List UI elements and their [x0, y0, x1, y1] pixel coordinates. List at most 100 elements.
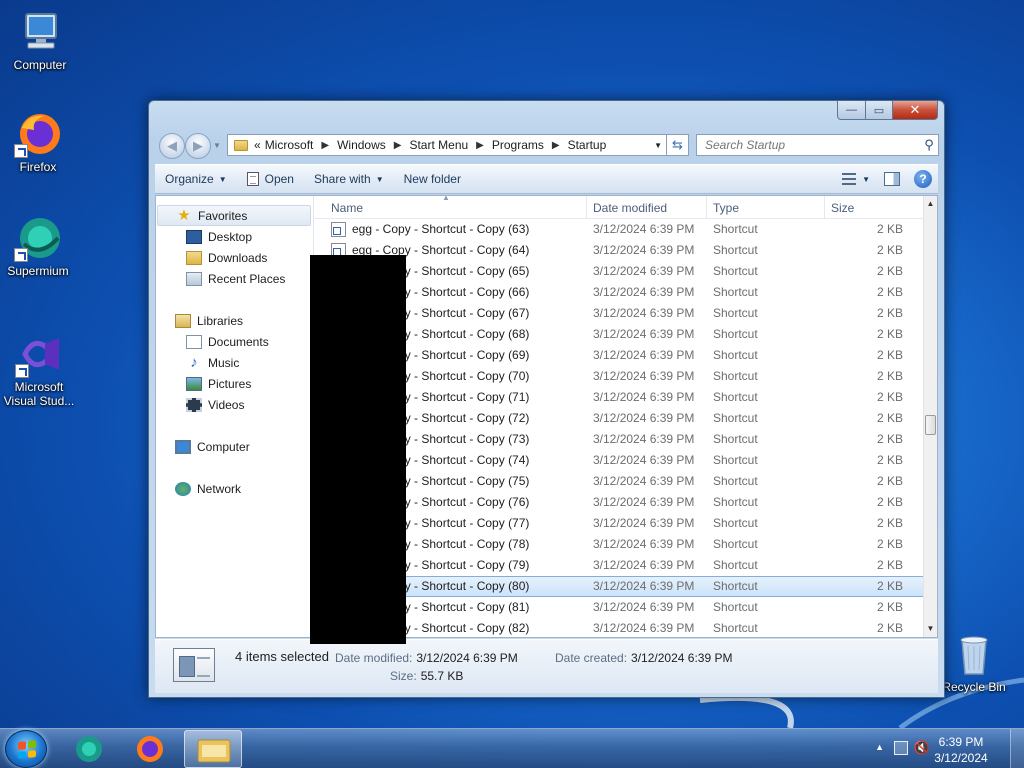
nav-libraries[interactable]: Libraries [175, 310, 243, 331]
organize-button[interactable]: Organize ▼ [155, 165, 237, 193]
search-box[interactable]: ⚲ [696, 134, 939, 156]
chevron-right-icon[interactable]: ▶ [321, 140, 329, 151]
table-row[interactable]: egg - Copy - Shortcut - Copy (72) 3/12/20… [315, 408, 923, 429]
table-row[interactable]: egg - Copy - Shortcut - Copy (79) 3/12/20… [315, 555, 923, 576]
column-header-date[interactable]: Date modified [587, 196, 707, 219]
file-date: 3/12/2024 6:39 PM [593, 285, 695, 299]
table-row[interactable]: egg - Copy - Shortcut - Copy (75) 3/12/20… [315, 471, 923, 492]
table-row[interactable]: egg - Copy - Shortcut - Copy (81) 3/12/20… [315, 597, 923, 618]
table-row[interactable]: egg - Copy - Shortcut - Copy (70) 3/12/20… [315, 366, 923, 387]
address-bar[interactable]: « Microsoft ▶ Windows ▶ Start Menu ▶ Pro… [227, 134, 667, 156]
desktop-icon-recycle-bin[interactable]: Recycle Bin [936, 630, 1012, 694]
file-size: 2 KB [876, 537, 903, 551]
back-button[interactable]: ◀ [159, 133, 185, 159]
nav-music[interactable]: ♪ Music [186, 352, 239, 373]
file-size: 2 KB [876, 474, 903, 488]
navigation-bar: ◀ ▶ ▼ « Microsoft ▶ Windows ▶ Start Menu… [157, 132, 939, 159]
table-row[interactable]: egg - Copy - Shortcut - Copy (82) 3/12/20… [315, 618, 923, 637]
forward-button[interactable]: ▶ [185, 133, 211, 159]
taskbar-supermium[interactable] [60, 730, 118, 768]
help-icon[interactable]: ? [914, 170, 932, 188]
shortcut-arrow-icon [14, 248, 28, 262]
search-icon[interactable]: ⚲ [920, 137, 938, 153]
table-row[interactable]: egg - Copy - Shortcut - Copy (76) 3/12/20… [315, 492, 923, 513]
detail-size: Size: 55.7 KB [390, 669, 464, 683]
close-button[interactable]: ✕ [893, 101, 938, 120]
minimize-button[interactable]: — [837, 101, 866, 120]
file-date: 3/12/2024 6:39 PM [593, 390, 695, 404]
desktop-icon-computer[interactable]: Computer [2, 8, 78, 72]
table-row[interactable]: egg - Copy - Shortcut - Copy (67) 3/12/20… [315, 303, 923, 324]
file-date: 3/12/2024 6:39 PM [593, 495, 695, 509]
scroll-down-icon[interactable]: ▼ [924, 621, 937, 637]
taskbar-explorer[interactable] [184, 730, 242, 768]
column-header-size[interactable]: Size [825, 196, 915, 219]
maximize-button[interactable]: ▭ [866, 101, 893, 120]
table-row[interactable]: egg - Copy - Shortcut - Copy (78) 3/12/20… [315, 534, 923, 555]
show-desktop-button[interactable] [1010, 729, 1024, 768]
file-type: Shortcut [713, 474, 758, 488]
table-row[interactable]: egg - Copy - Shortcut - Copy (63) 3/12/20… [315, 219, 923, 240]
table-row[interactable]: egg - Copy - Shortcut - Copy (77) 3/12/20… [315, 513, 923, 534]
breadcrumb-start-menu[interactable]: Start Menu [407, 138, 470, 152]
breadcrumb-overflow[interactable]: « [252, 138, 263, 152]
recent-pages-dropdown[interactable]: ▼ [213, 141, 221, 150]
visual-studio-icon [15, 330, 63, 378]
chevron-right-icon[interactable]: ▶ [552, 140, 560, 151]
table-row[interactable]: egg - Copy - Shortcut - Copy (80) 3/12/20… [315, 576, 923, 597]
libraries-icon [175, 313, 191, 328]
chevron-down-icon[interactable]: ▼ [862, 175, 870, 184]
clock[interactable]: 6:39 PM 3/12/2024 [926, 734, 996, 766]
column-header-name[interactable]: Name [325, 196, 587, 219]
chevron-right-icon[interactable]: ▶ [476, 140, 484, 151]
nav-recent-places[interactable]: Recent Places [186, 268, 285, 289]
table-row[interactable]: egg - Copy - Shortcut - Copy (74) 3/12/20… [315, 450, 923, 471]
clock-date: 3/12/2024 [934, 751, 988, 765]
desktop-icon-visual-studio[interactable]: Microsoft Visual Stud... [0, 330, 78, 408]
nav-videos[interactable]: Videos [186, 394, 244, 415]
nav-computer[interactable]: Computer [175, 436, 250, 457]
nav-downloads[interactable]: Downloads [186, 247, 267, 268]
preview-pane-icon[interactable] [884, 172, 900, 186]
table-row[interactable]: egg - Copy - Shortcut - Copy (69) 3/12/20… [315, 345, 923, 366]
nav-network[interactable]: Network [175, 478, 241, 499]
refresh-button[interactable]: ⇆ [667, 134, 689, 156]
nav-desktop[interactable]: Desktop [186, 226, 252, 247]
nav-documents[interactable]: Documents [186, 331, 269, 352]
breadcrumb-programs[interactable]: Programs [490, 138, 546, 152]
table-row[interactable]: egg - Copy - Shortcut - Copy (66) 3/12/20… [315, 282, 923, 303]
file-name: egg - Copy - Shortcut - Copy (63) [352, 222, 530, 236]
scroll-up-icon[interactable]: ▲ [924, 196, 937, 212]
table-row[interactable]: egg - Copy - Shortcut - Copy (65) 3/12/20… [315, 261, 923, 282]
table-row[interactable]: egg - Copy - Shortcut - Copy (64) 3/12/20… [315, 240, 923, 261]
desktop-icon-firefox[interactable]: Firefox [0, 110, 76, 174]
file-date: 3/12/2024 6:39 PM [593, 537, 695, 551]
new-folder-button[interactable]: New folder [394, 165, 471, 193]
file-size: 2 KB [876, 222, 903, 236]
vertical-scrollbar[interactable]: ▲ ▼ [923, 196, 937, 637]
chevron-down-icon[interactable]: ▼ [654, 141, 662, 150]
nav-pictures[interactable]: Pictures [186, 373, 251, 394]
search-input[interactable] [697, 138, 920, 152]
file-date: 3/12/2024 6:39 PM [593, 600, 695, 614]
table-row[interactable]: egg - Copy - Shortcut - Copy (68) 3/12/20… [315, 324, 923, 345]
chevron-right-icon[interactable]: ▶ [394, 140, 402, 151]
nav-favorites[interactable]: ★ Favorites [157, 205, 311, 226]
column-header-type[interactable]: Type [707, 196, 825, 219]
open-button[interactable]: Open [237, 165, 304, 193]
scrollbar-thumb[interactable] [925, 415, 936, 435]
change-view-icon[interactable] [842, 173, 857, 185]
table-row[interactable]: egg - Copy - Shortcut - Copy (73) 3/12/20… [315, 429, 923, 450]
breadcrumb-startup[interactable]: Startup [566, 138, 609, 152]
network-status-icon[interactable] [894, 741, 908, 755]
start-button[interactable] [5, 730, 47, 768]
show-hidden-icons-icon[interactable]: ▲ [875, 742, 884, 752]
breadcrumb-microsoft[interactable]: Microsoft [263, 138, 316, 152]
desktop-icon-supermium[interactable]: Supermium [0, 214, 76, 278]
computer-icon [175, 439, 191, 454]
file-type: Shortcut [713, 222, 758, 236]
breadcrumb-windows[interactable]: Windows [335, 138, 388, 152]
table-row[interactable]: egg - Copy - Shortcut - Copy (71) 3/12/20… [315, 387, 923, 408]
share-with-button[interactable]: Share with ▼ [304, 165, 394, 193]
taskbar-firefox[interactable] [121, 730, 179, 768]
